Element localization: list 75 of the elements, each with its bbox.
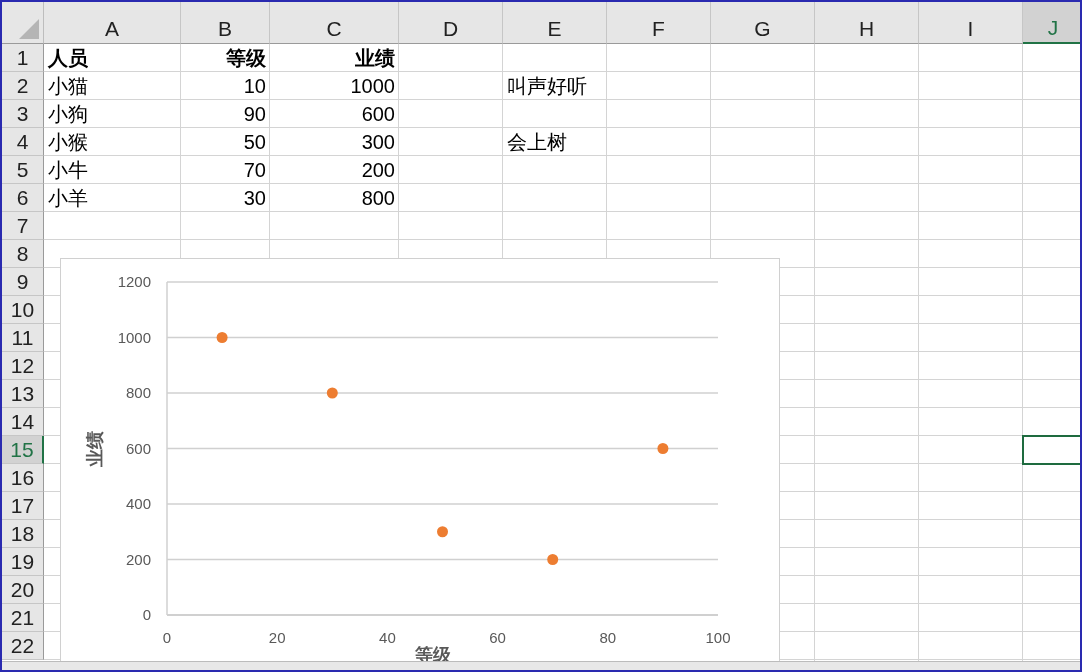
row-header[interactable]: 13 (2, 380, 44, 408)
table-cell-text: 200 (360, 157, 396, 183)
axis-tick-label: 0 (142, 606, 151, 623)
row-header[interactable]: 12 (2, 352, 44, 380)
data-point[interactable] (547, 554, 559, 565)
column-header[interactable]: F (607, 2, 711, 44)
data-point[interactable] (216, 332, 228, 343)
axis-tick-label: 60 (489, 629, 506, 646)
row-header[interactable]: 4 (2, 128, 44, 156)
table-cell-text: 小狗 (47, 101, 89, 127)
table-cell-text: 300 (360, 129, 396, 155)
column-header[interactable]: E (503, 2, 607, 44)
table-cell-text: 1000 (349, 73, 396, 99)
row-header[interactable]: 8 (2, 240, 44, 268)
table-cell-text: 10 (242, 73, 267, 99)
table-cell-text: 800 (360, 185, 396, 211)
corner-triangle-icon (19, 19, 39, 39)
row-header[interactable]: 3 (2, 100, 44, 128)
table-cell-text: 小猴 (47, 129, 89, 155)
table-cell-text: 70 (242, 157, 267, 183)
row-header[interactable]: 17 (2, 492, 44, 520)
axis-tick-label: 1000 (117, 328, 151, 346)
column-header[interactable]: H (815, 2, 919, 44)
row-header[interactable]: 1 (2, 44, 44, 72)
row-header[interactable]: 10 (2, 296, 44, 324)
data-point[interactable] (326, 387, 338, 399)
axis-tick-label: 800 (125, 384, 151, 401)
axis-tick-label: 600 (125, 439, 151, 457)
axis-tick-label: 80 (599, 629, 617, 646)
table-cell-text: 50 (242, 129, 267, 155)
axis-tick-label: 0 (162, 629, 172, 646)
row-header[interactable]: 9 (2, 268, 44, 296)
table-cell-text: 30 (242, 185, 267, 211)
active-cell[interactable] (1023, 436, 1080, 464)
data-point[interactable] (657, 443, 669, 454)
row-header[interactable]: 6 (2, 184, 44, 212)
row-header[interactable]: 15 (2, 436, 44, 464)
table-cell-text: 小牛 (47, 157, 89, 183)
table-cell-text: 600 (360, 101, 396, 127)
row-header[interactable]: 11 (2, 324, 44, 352)
row-header[interactable]: 18 (2, 520, 44, 548)
row-header[interactable]: 19 (2, 548, 44, 576)
column-header[interactable]: J (1023, 2, 1080, 44)
table-cell-text: 小猫 (47, 73, 89, 99)
column-header[interactable]: C (270, 2, 399, 44)
data-point[interactable] (437, 526, 448, 538)
axis-tick-label: 100 (705, 629, 731, 646)
table-cell-text: 人员 (47, 45, 89, 71)
column-header[interactable]: D (399, 2, 503, 44)
axis-tick-label: 200 (125, 550, 151, 568)
axis-tick-label: 20 (268, 629, 286, 646)
select-all-button[interactable] (2, 2, 44, 44)
column-header[interactable]: A (44, 2, 181, 44)
table-cell-text: 小羊 (47, 185, 89, 211)
axis-tick-label: 40 (379, 629, 396, 646)
table-cell-text: 业绩 (354, 45, 396, 71)
column-header[interactable]: I (919, 2, 1023, 44)
row-header[interactable]: 16 (2, 464, 44, 492)
row-header[interactable]: 22 (2, 632, 44, 660)
row-header[interactable]: 20 (2, 576, 44, 604)
row-header[interactable]: 21 (2, 604, 44, 632)
table-cell-text: 90 (242, 101, 267, 127)
axis-title: 业绩 (85, 431, 105, 467)
column-header[interactable]: B (181, 2, 270, 44)
horizontal-scrollbar[interactable] (2, 661, 1080, 670)
axis-tick-label: 1200 (117, 273, 151, 290)
table-cell-text: 会上树 (506, 129, 568, 155)
row-header[interactable]: 7 (2, 212, 44, 240)
table-cell-text: 等级 (225, 45, 267, 71)
axis-tick-label: 400 (125, 495, 151, 512)
row-header[interactable]: 2 (2, 72, 44, 100)
table-cell-text: 叫声好听 (506, 73, 588, 99)
row-header[interactable]: 14 (2, 408, 44, 436)
row-header[interactable]: 5 (2, 156, 44, 184)
column-header[interactable]: G (711, 2, 815, 44)
